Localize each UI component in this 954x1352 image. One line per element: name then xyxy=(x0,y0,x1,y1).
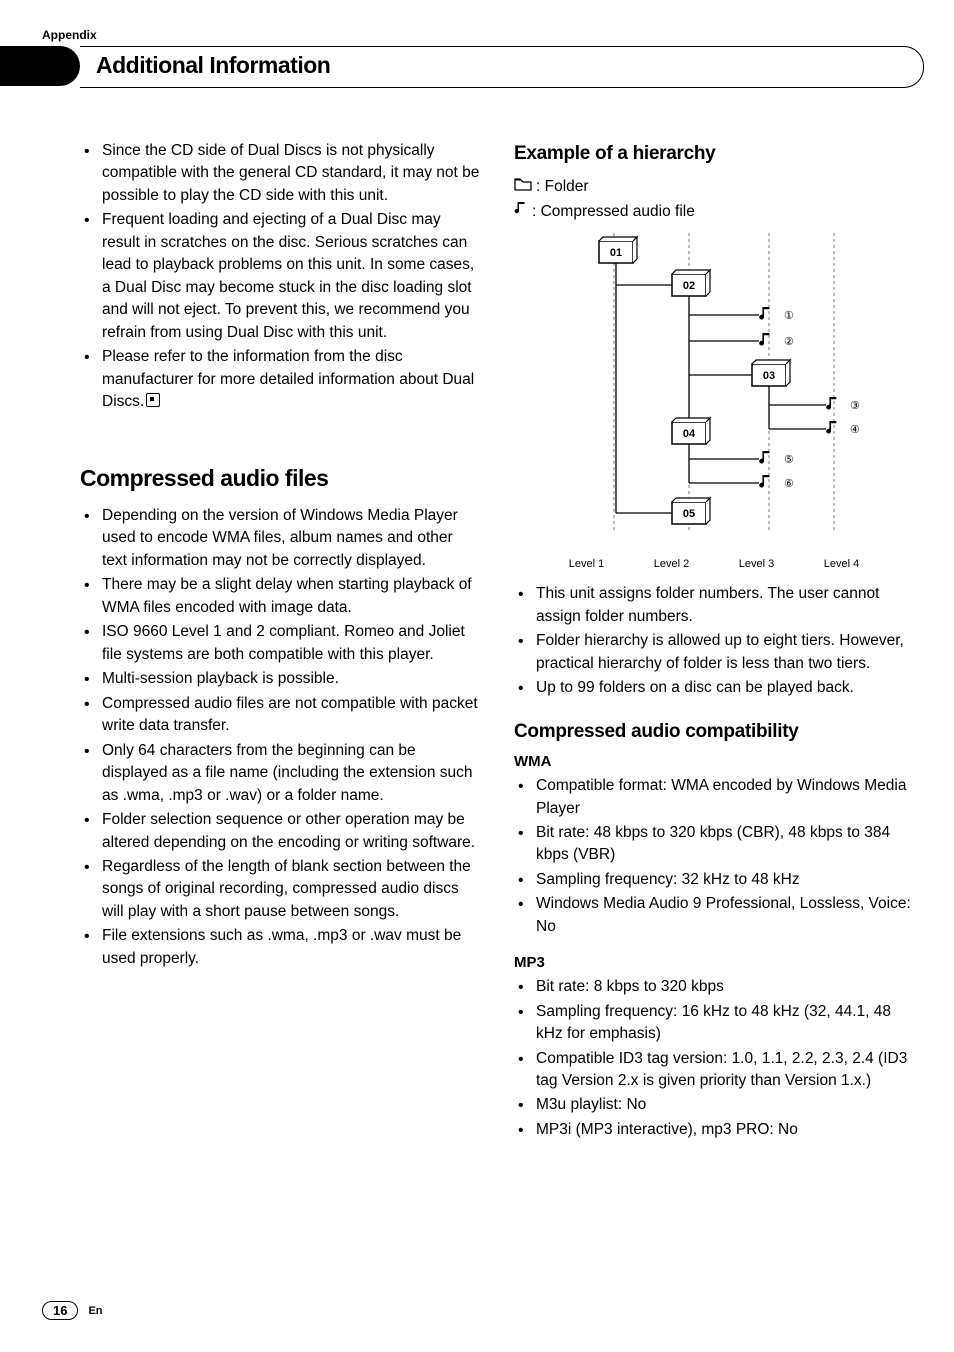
legend-folder: : Folder xyxy=(514,176,914,198)
list-item: Windows Media Audio 9 Professional, Loss… xyxy=(514,893,914,938)
file-mark-6: ⑥ xyxy=(784,478,794,490)
section-heading-compressed: Compressed audio files xyxy=(80,462,480,495)
list-item: Compressed audio files are not compatibl… xyxy=(80,693,480,738)
list-item: Sampling frequency: 32 kHz to 48 kHz xyxy=(514,869,914,891)
right-column: Example of a hierarchy : Folder : Compre… xyxy=(514,140,914,1143)
list-text: ISO 9660 Level 1 and 2 compliant. Romeo … xyxy=(102,623,465,662)
list-text: Bit rate: 8 kbps to 320 kbps xyxy=(536,978,724,995)
folder-01-label: 01 xyxy=(610,247,622,259)
list-text: Bit rate: 48 kbps to 320 kbps (CBR), 48 … xyxy=(536,824,890,863)
mp3-heading: MP3 xyxy=(514,952,914,974)
legend-file-text: : Compressed audio file xyxy=(532,201,695,223)
end-mark-icon xyxy=(146,393,160,407)
list-text: Compressed audio files are not compatibl… xyxy=(102,695,478,734)
list-item: MP3i (MP3 interactive), mp3 PRO: No xyxy=(514,1119,914,1141)
level-2-label: Level 2 xyxy=(654,557,689,573)
list-item: This unit assigns folder numbers. The us… xyxy=(514,583,914,628)
folder-04-label: 04 xyxy=(683,428,696,440)
list-item: Bit rate: 48 kbps to 320 kbps (CBR), 48 … xyxy=(514,822,914,867)
hierarchy-diagram: 01 02 ① ② xyxy=(514,233,914,553)
folder-icon xyxy=(514,176,532,198)
legend-file: : Compressed audio file xyxy=(514,200,914,223)
level-4-label: Level 4 xyxy=(824,557,859,573)
music-note-icon xyxy=(514,200,528,223)
list-text: This unit assigns folder numbers. The us… xyxy=(536,585,879,624)
file-mark-1: ① xyxy=(784,310,794,322)
list-item: Folder selection sequence or other opera… xyxy=(80,809,480,854)
header-bar: Additional Information xyxy=(0,46,954,86)
folder-02-label: 02 xyxy=(683,280,695,292)
wma-list: Compatible format: WMA encoded by Window… xyxy=(514,775,914,938)
list-item: Multi-session playback is possible. xyxy=(80,668,480,690)
wma-heading: WMA xyxy=(514,751,914,773)
list-item: Depending on the version of Windows Medi… xyxy=(80,505,480,572)
level-3-label: Level 3 xyxy=(739,557,774,573)
list-item: Sampling frequency: 16 kHz to 48 kHz (32… xyxy=(514,1001,914,1046)
page-title: Additional Information xyxy=(96,52,330,79)
list-item: Regardless of the length of blank sectio… xyxy=(80,856,480,923)
folder-03-label: 03 xyxy=(763,370,775,382)
list-item: Only 64 characters from the beginning ca… xyxy=(80,740,480,807)
left-column: Since the CD side of Dual Discs is not p… xyxy=(80,140,480,1143)
dual-disc-list: Since the CD side of Dual Discs is not p… xyxy=(80,140,480,414)
file-mark-4: ④ xyxy=(850,424,860,436)
header-tab xyxy=(0,46,80,86)
list-text: Since the CD side of Dual Discs is not p… xyxy=(102,142,479,204)
hierarchy-notes-list: This unit assigns folder numbers. The us… xyxy=(514,583,914,699)
list-item: Up to 99 folders on a disc can be played… xyxy=(514,677,914,699)
list-item: ISO 9660 Level 1 and 2 compliant. Romeo … xyxy=(80,621,480,666)
list-text: Folder selection sequence or other opera… xyxy=(102,811,475,850)
legend-folder-text: : Folder xyxy=(536,176,589,198)
level-labels: Level 1 Level 2 Level 3 Level 4 xyxy=(544,557,884,573)
file-mark-3: ③ xyxy=(850,400,860,412)
list-text: Multi-session playback is possible. xyxy=(102,670,339,687)
compressed-list: Depending on the version of Windows Medi… xyxy=(80,505,480,970)
list-text: M3u playlist: No xyxy=(536,1096,646,1113)
page-number: 16 xyxy=(42,1301,78,1320)
example-heading: Example of a hierarchy xyxy=(514,140,914,168)
mp3-list: Bit rate: 8 kbps to 320 kbps Sampling fr… xyxy=(514,976,914,1141)
list-text: Regardless of the length of blank sectio… xyxy=(102,858,471,920)
list-text: Folder hierarchy is allowed up to eight … xyxy=(536,632,904,671)
folder-05-label: 05 xyxy=(683,508,695,520)
list-text: Depending on the version of Windows Medi… xyxy=(102,507,458,569)
file-mark-2: ② xyxy=(784,336,794,348)
list-item: Frequent loading and ejecting of a Dual … xyxy=(80,209,480,344)
list-item: Please refer to the information from the… xyxy=(80,346,480,413)
appendix-label: Appendix xyxy=(42,28,97,42)
list-text: Frequent loading and ejecting of a Dual … xyxy=(102,211,474,340)
list-item: Compatible ID3 tag version: 1.0, 1.1, 2.… xyxy=(514,1048,914,1093)
list-text: Compatible ID3 tag version: 1.0, 1.1, 2.… xyxy=(536,1050,907,1089)
list-item: There may be a slight delay when startin… xyxy=(80,574,480,619)
list-item: Folder hierarchy is allowed up to eight … xyxy=(514,630,914,675)
compat-heading: Compressed audio compatibility xyxy=(514,718,914,746)
list-text: Sampling frequency: 16 kHz to 48 kHz (32… xyxy=(536,1003,891,1042)
level-1-label: Level 1 xyxy=(569,557,604,573)
list-text: File extensions such as .wma, .mp3 or .w… xyxy=(102,927,461,966)
list-text: Windows Media Audio 9 Professional, Loss… xyxy=(536,895,911,934)
file-mark-5: ⑤ xyxy=(784,454,794,466)
list-text: Sampling frequency: 32 kHz to 48 kHz xyxy=(536,871,800,888)
list-text: Only 64 characters from the beginning ca… xyxy=(102,742,473,804)
page-lang: En xyxy=(88,1305,102,1317)
list-item: Since the CD side of Dual Discs is not p… xyxy=(80,140,480,207)
list-text: MP3i (MP3 interactive), mp3 PRO: No xyxy=(536,1121,798,1138)
list-text: Up to 99 folders on a disc can be played… xyxy=(536,679,854,696)
list-text: There may be a slight delay when startin… xyxy=(102,576,472,615)
list-item: Bit rate: 8 kbps to 320 kbps xyxy=(514,976,914,998)
list-item: M3u playlist: No xyxy=(514,1094,914,1116)
page-footer: 16 En xyxy=(42,1301,103,1320)
list-text: Compatible format: WMA encoded by Window… xyxy=(536,777,906,816)
list-item: Compatible format: WMA encoded by Window… xyxy=(514,775,914,820)
list-item: File extensions such as .wma, .mp3 or .w… xyxy=(80,925,480,970)
